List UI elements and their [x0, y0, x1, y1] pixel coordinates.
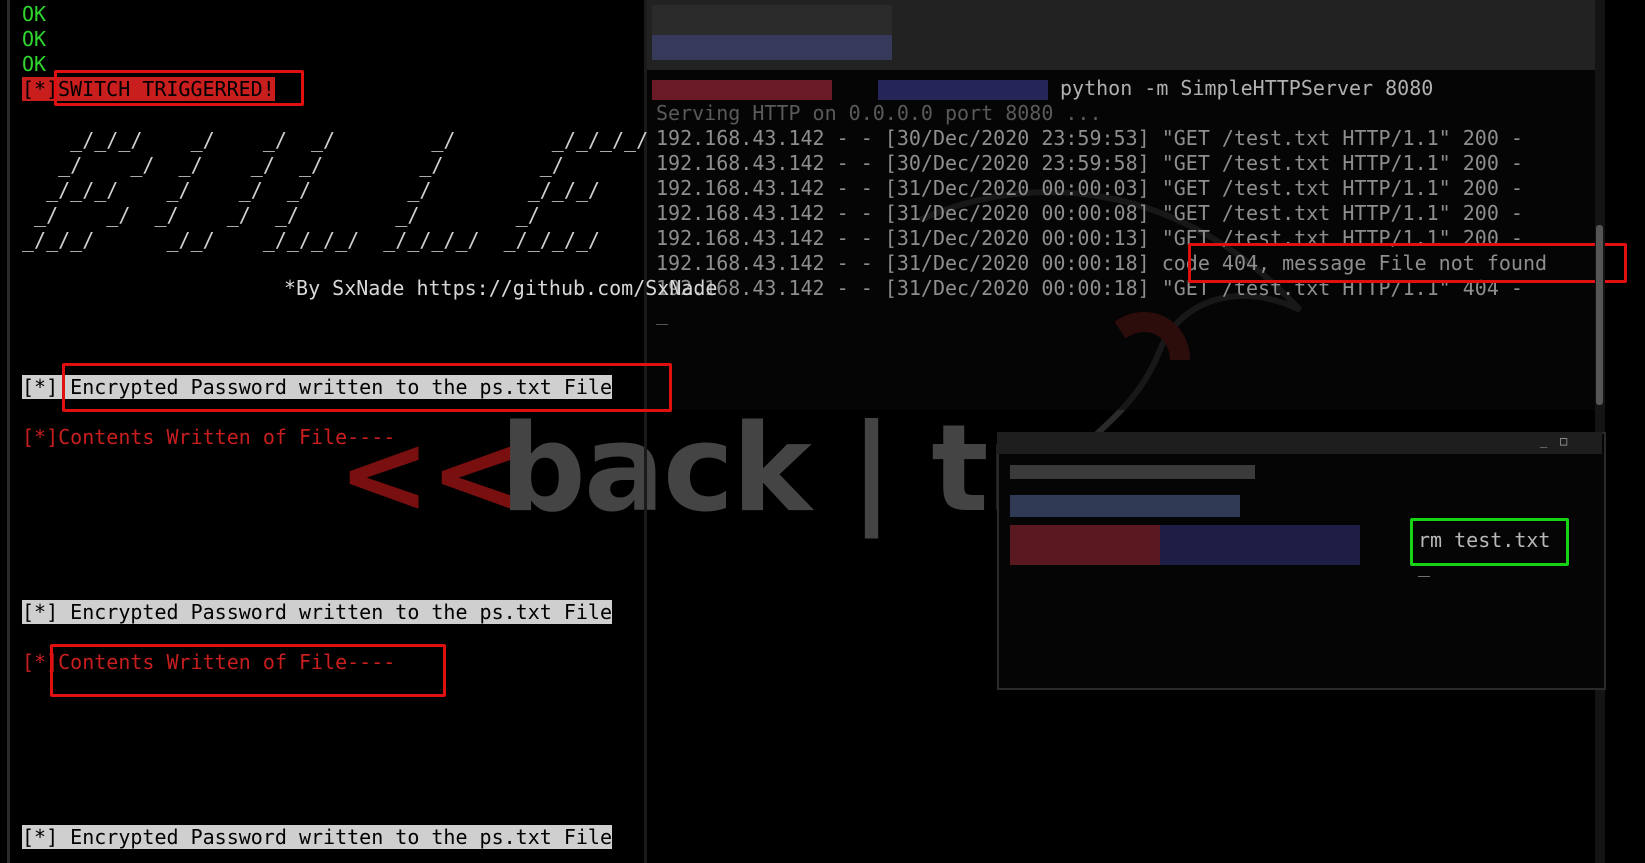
log-line: 192.168.43.142 - - [30/Dec/2020 23:59:53…	[656, 126, 1523, 150]
blurred-prompt	[652, 80, 832, 100]
blurred-tab	[1010, 465, 1255, 479]
ascii-art-line: _/ _/ _/ _/ _/ _/ _/	[22, 153, 564, 177]
contents-written-line: [*]Contents Written of File----	[22, 425, 396, 449]
scrollbar-thumb[interactable]	[1596, 225, 1603, 405]
byline: *By SxNade https://github.com/SxNade	[284, 276, 718, 300]
ok-line: OK	[22, 2, 47, 26]
highlight-404-box	[1188, 243, 1627, 283]
blurred-prompt	[878, 80, 1048, 100]
ok-line: OK	[22, 52, 47, 76]
window-edge	[7, 0, 10, 863]
switch-prefix: [*]	[22, 77, 59, 101]
ok-line: OK	[22, 27, 47, 51]
ascii-art-line: _/ _/ _/ _/ _/ _/ _/	[22, 203, 540, 227]
highlight-contents-box	[50, 644, 446, 697]
blurred-prompt	[1010, 525, 1160, 565]
blurred-tab	[652, 5, 892, 35]
server-serving-line: Serving HTTP on 0.0.0.0 port 8080 ...	[656, 101, 1102, 125]
server-cursor: _	[656, 301, 669, 325]
blurred-prompt	[1160, 525, 1360, 565]
highlight-switch-box	[54, 70, 304, 106]
ascii-art-line: _/_/_/ _/_/ _/_/_/_/ _/_/_/_/ _/_/_/_/	[22, 228, 600, 252]
log-line: 192.168.43.142 - - [31/Dec/2020 00:00:03…	[656, 176, 1523, 200]
log-line: 192.168.43.142 - - [31/Dec/2020 00:00:08…	[656, 201, 1523, 225]
highlight-rm-box	[1410, 518, 1569, 566]
ascii-art-line: _/_/_/ _/ _/ _/ _/ _/_/_/_/	[22, 128, 649, 152]
encrypted-password-line: [*] Encrypted Password written to the ps…	[22, 825, 613, 849]
blurred-prompt	[1010, 495, 1240, 517]
log-line: 192.168.43.142 - - [30/Dec/2020 23:59:58…	[656, 151, 1523, 175]
highlight-encrypted-box	[62, 363, 672, 412]
server-command: python -m SimpleHTTPServer 8080	[1060, 76, 1434, 100]
blurred-tab	[652, 35, 892, 60]
minimize-icon[interactable]: _	[1540, 434, 1547, 448]
maximize-icon[interactable]: □	[1560, 434, 1567, 448]
small-terminal-titlebar[interactable]	[997, 432, 1602, 454]
encrypted-password-line: [*] Encrypted Password written to the ps…	[22, 600, 613, 624]
ascii-art-line: _/_/_/ _/ _/ _/ _/ _/_/_/	[22, 178, 600, 202]
